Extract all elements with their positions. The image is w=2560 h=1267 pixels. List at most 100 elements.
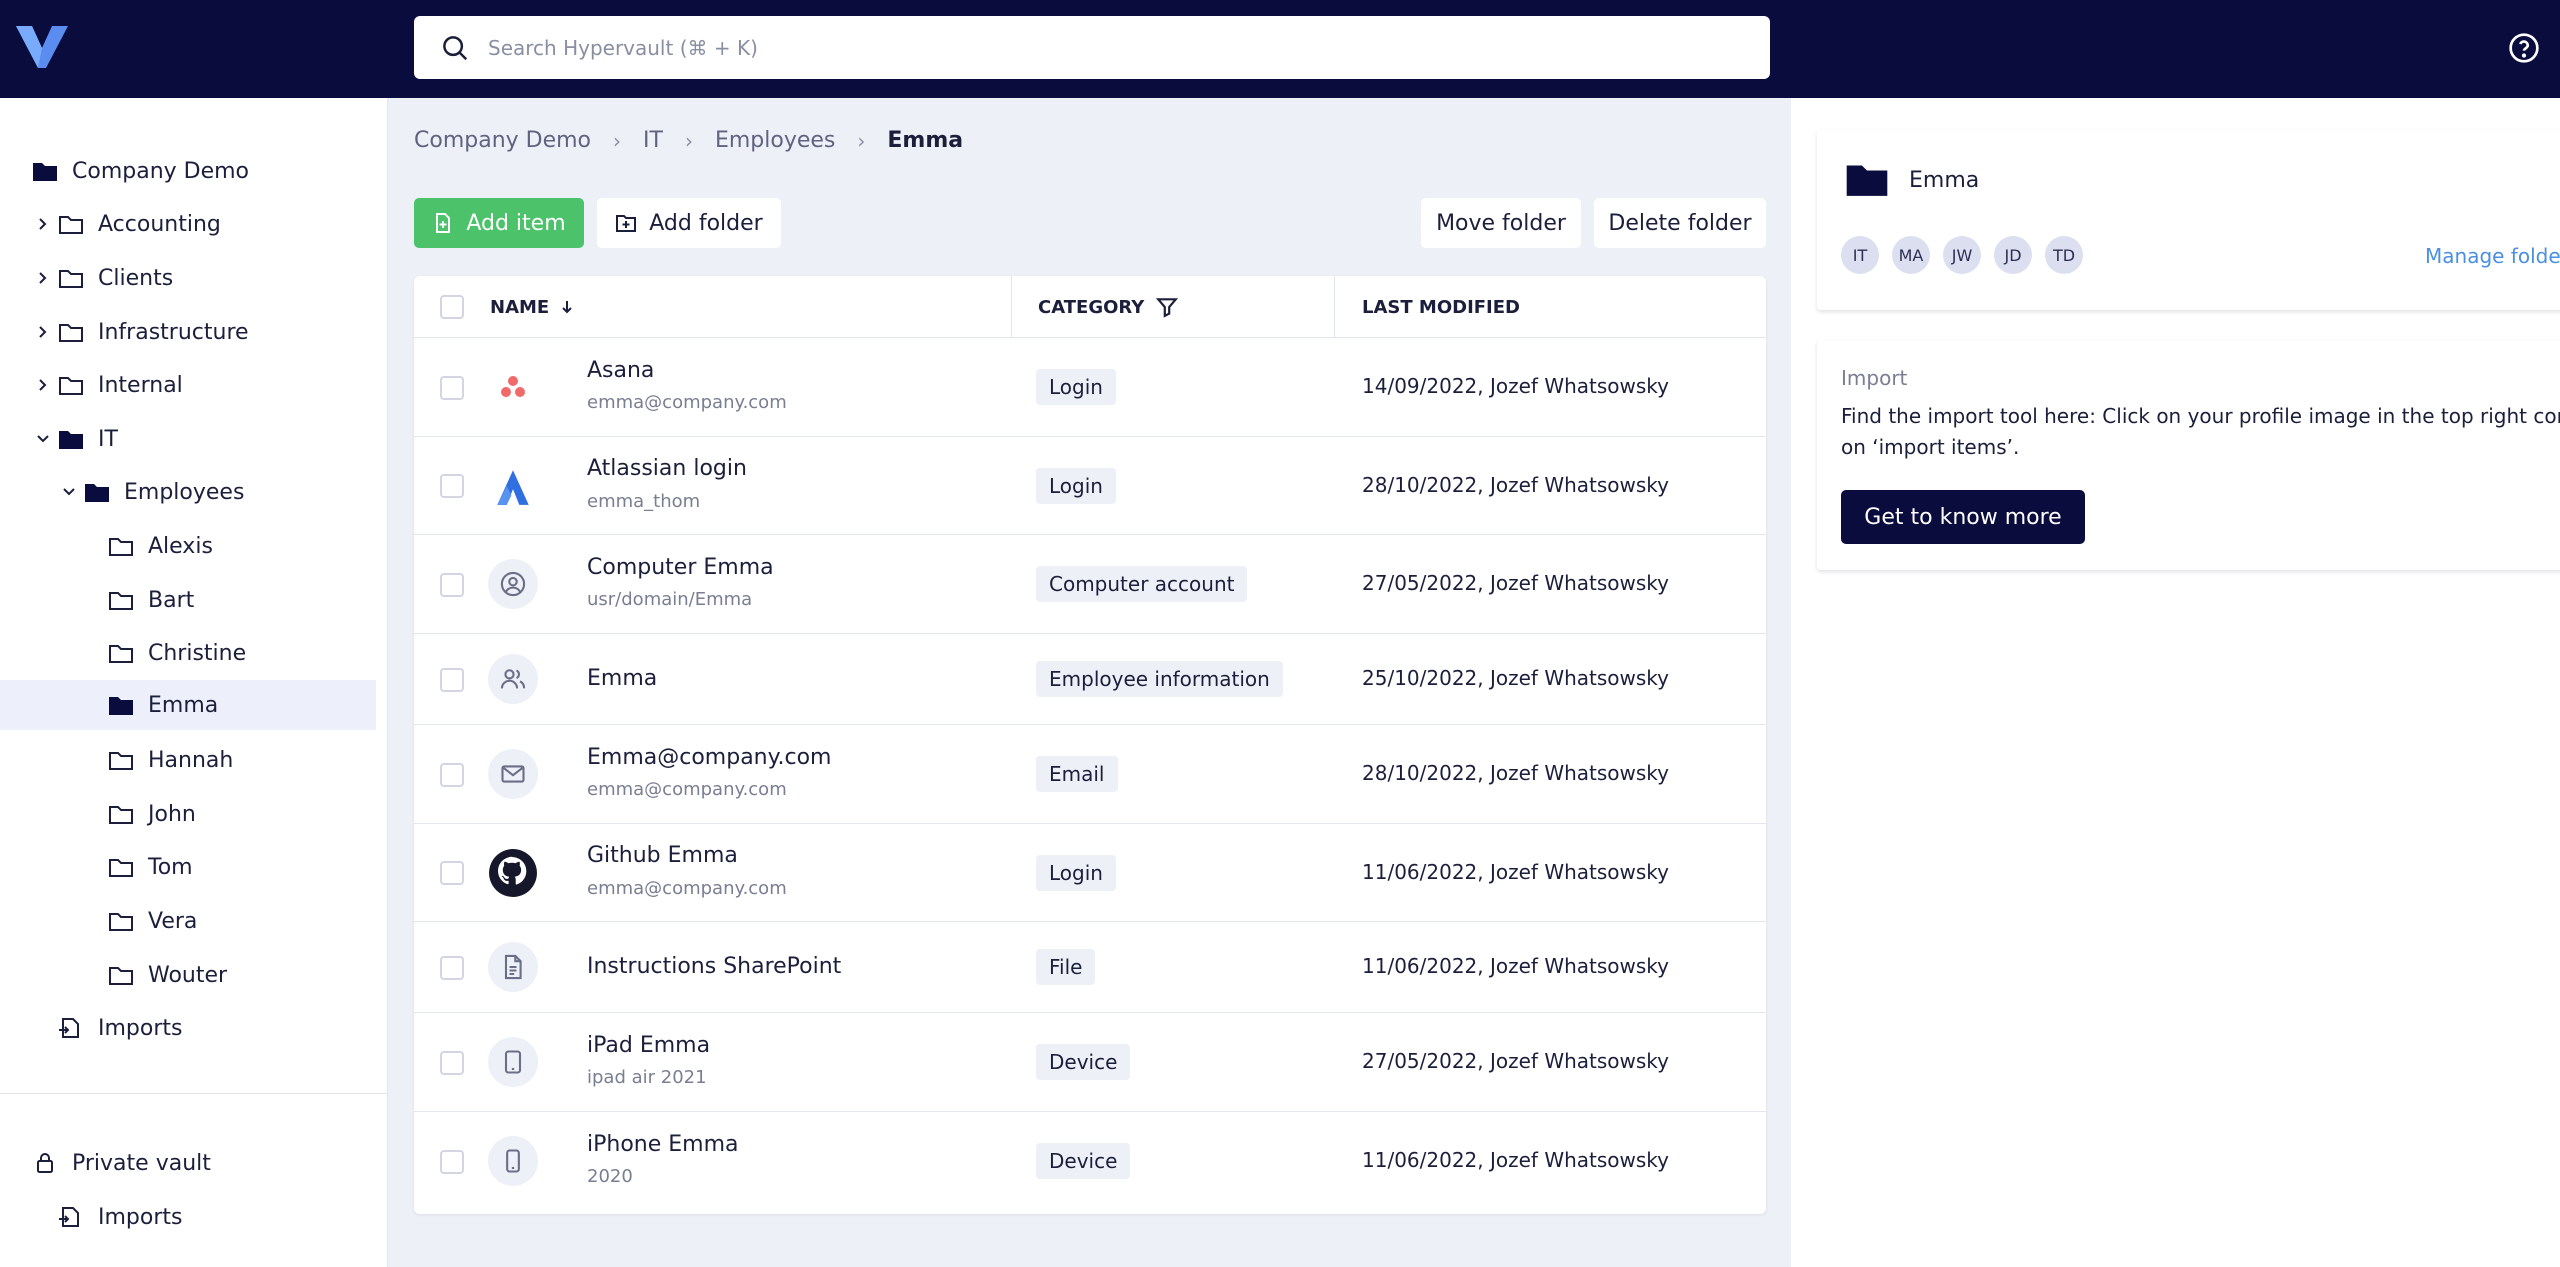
row-checkbox[interactable]	[440, 376, 464, 400]
sidebar-item-bart[interactable]: Bart	[108, 575, 194, 625]
sidebar-item-imports[interactable]: Imports	[58, 1003, 182, 1053]
folder-icon	[109, 752, 133, 770]
sidebar-item-it[interactable]: IT	[34, 414, 118, 464]
sidebar-item-emma[interactable]: Emma	[0, 680, 376, 730]
chevron-down-icon[interactable]	[60, 483, 78, 501]
move-folder-label: Move folder	[1436, 210, 1566, 236]
hypervault-logo-icon[interactable]	[14, 22, 70, 72]
sidebar-item-wouter[interactable]: Wouter	[108, 950, 227, 1000]
sidebar-item-label: Imports	[98, 1204, 183, 1230]
row-checkbox[interactable]	[440, 474, 464, 498]
phone-icon	[488, 1136, 538, 1186]
table-row[interactable]: iPad Emma ipad air 2021 Device 27/05/202…	[414, 1013, 1766, 1112]
delete-folder-button[interactable]: Delete folder	[1594, 198, 1766, 248]
table-row[interactable]: Computer Emma usr/domain/Emma Computer a…	[414, 535, 1766, 634]
sidebar-item-private-vault[interactable]: Private vault	[32, 1138, 211, 1188]
search-icon	[443, 35, 468, 60]
sidebar-item-tom[interactable]: Tom	[108, 842, 193, 892]
last-modified: 27/05/2022, Jozef Whatsowsky	[1362, 1049, 1670, 1073]
help-icon[interactable]	[2508, 32, 2540, 64]
search-bar[interactable]	[414, 16, 1770, 79]
table-header: NAME CATEGORY LAST MODIFIED	[414, 276, 1766, 338]
breadcrumb-item[interactable]: Company Demo	[414, 128, 591, 153]
github-icon	[488, 848, 538, 898]
table-row[interactable]: Github Emma emma@company.com Login 11/06…	[414, 824, 1766, 922]
item-subtitle: emma@company.com	[587, 878, 787, 899]
column-header-category[interactable]: CATEGORY	[1038, 276, 1179, 338]
sidebar-item-christine[interactable]: Christine	[108, 628, 246, 678]
file-icon	[488, 942, 538, 992]
row-checkbox[interactable]	[440, 668, 464, 692]
sidebar-item-label: Alexis	[148, 533, 213, 559]
table-row[interactable]: Instructions SharePoint File 11/06/2022,…	[414, 922, 1766, 1013]
last-modified: 28/10/2022, Jozef Whatsowsky	[1362, 473, 1670, 497]
folder-icon	[59, 270, 83, 288]
row-checkbox[interactable]	[440, 763, 464, 787]
sidebar-item-label: Vera	[148, 908, 198, 934]
avatar[interactable]: JD	[1994, 236, 2032, 274]
sidebar-item-private-imports[interactable]: Imports	[58, 1192, 182, 1242]
table-row[interactable]: iPhone Emma 2020 Device 11/06/2022, Joze…	[414, 1112, 1766, 1214]
get-to-know-more-button[interactable]: Get to know more	[1841, 490, 2085, 544]
select-all-checkbox[interactable]	[440, 295, 464, 319]
add-folder-button[interactable]: Add folder	[597, 198, 781, 248]
column-header-last-modified[interactable]: LAST MODIFIED	[1362, 276, 1520, 338]
avatar[interactable]: JW	[1943, 236, 1981, 274]
avatar[interactable]: MA	[1892, 236, 1930, 274]
add-folder-icon	[616, 215, 637, 232]
folder-icon	[109, 538, 133, 556]
table-row[interactable]: Emma Employee information 25/10/2022, Jo…	[414, 634, 1766, 725]
row-checkbox[interactable]	[440, 573, 464, 597]
import-heading: Import	[1841, 366, 1908, 390]
table-row[interactable]: Emma@company.com emma@company.com Email …	[414, 725, 1766, 824]
sidebar-item-label: Employees	[124, 479, 245, 505]
sidebar-item-label: Internal	[98, 372, 183, 398]
sidebar-item-employees[interactable]: Employees	[60, 467, 244, 517]
table-row[interactable]: Atlassian login emma_thom Login 28/10/20…	[414, 437, 1766, 535]
avatar[interactable]: IT	[1841, 236, 1879, 274]
sidebar-root-company-demo[interactable]: Company Demo	[32, 146, 249, 196]
table-row[interactable]: Asana emma@company.com Login 14/09/2022,…	[414, 338, 1766, 437]
folder-icon	[109, 859, 133, 877]
import-text: Find the import tool here: Click on your…	[1841, 404, 2560, 428]
item-subtitle: emma@company.com	[587, 779, 787, 800]
chevron-right-icon[interactable]	[34, 215, 52, 233]
move-folder-button[interactable]: Move folder	[1421, 198, 1581, 248]
chevron-right-icon[interactable]	[34, 269, 52, 287]
sidebar-item-hannah[interactable]: Hannah	[108, 735, 233, 785]
row-checkbox[interactable]	[440, 1150, 464, 1174]
item-subtitle: usr/domain/Emma	[587, 589, 753, 610]
breadcrumb-item[interactable]: IT	[643, 128, 663, 153]
import-icon	[59, 1018, 79, 1038]
search-input[interactable]	[488, 35, 1688, 60]
category-badge: Device	[1036, 1143, 1131, 1179]
folder-filled-icon	[1846, 165, 1888, 196]
category-badge: Login	[1036, 855, 1116, 891]
breadcrumb-item[interactable]: Employees	[715, 128, 835, 153]
sidebar-item-john[interactable]: John	[108, 789, 196, 839]
sidebar-item-alexis[interactable]: Alexis	[108, 521, 213, 571]
chevron-right-icon[interactable]	[34, 376, 52, 394]
sidebar-item-internal[interactable]: Internal	[34, 360, 183, 410]
filter-icon[interactable]	[1156, 296, 1179, 318]
item-title: Github Emma	[587, 843, 738, 868]
chevron-right-icon: ›	[857, 128, 866, 153]
item-title: Emma	[587, 666, 658, 691]
sidebar-item-accounting[interactable]: Accounting	[34, 199, 221, 249]
sidebar-item-label: IT	[98, 426, 118, 452]
last-modified: 14/09/2022, Jozef Whatsowsky	[1362, 374, 1670, 398]
manage-folder-link[interactable]: Manage folde	[2425, 244, 2560, 268]
row-checkbox[interactable]	[440, 1051, 464, 1075]
chevron-down-icon[interactable]	[34, 430, 52, 448]
chevron-right-icon[interactable]	[34, 323, 52, 341]
sidebar-item-infrastructure[interactable]: Infrastructure	[34, 307, 249, 357]
row-checkbox[interactable]	[440, 956, 464, 980]
sidebar-divider	[0, 1093, 388, 1094]
avatar[interactable]: TD	[2045, 236, 2083, 274]
row-checkbox[interactable]	[440, 861, 464, 885]
main-content: Company Demo › IT › Employees › Emma Add…	[388, 98, 1791, 1267]
sidebar-item-clients[interactable]: Clients	[34, 253, 173, 303]
add-item-button[interactable]: Add item	[414, 198, 584, 248]
sidebar-item-vera[interactable]: Vera	[108, 896, 197, 946]
column-header-name[interactable]: NAME	[490, 276, 575, 338]
